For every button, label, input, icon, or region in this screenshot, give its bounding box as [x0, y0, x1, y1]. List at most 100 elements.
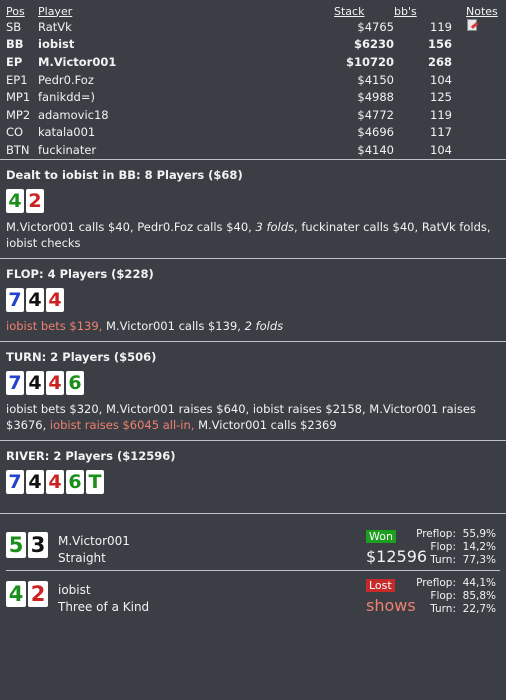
- turn-title: TURN: 2 Players ($506): [6, 349, 157, 364]
- player-row[interactable]: BB iobist $6230 156: [6, 36, 500, 54]
- folds-text: 3 folds: [255, 219, 295, 234]
- preflop-actions: M.Victor001 calls $40, Pedr0.Foz calls $…: [6, 219, 500, 251]
- bbs-cell: 125: [430, 90, 452, 105]
- equity-line: Turn: 22,7%: [410, 603, 496, 616]
- position-cell: BB: [6, 37, 24, 52]
- equity-line: Flop: 85,8%: [410, 590, 496, 603]
- divider: [0, 512, 506, 514]
- player-row[interactable]: MP2 adamovic18 $4772 119: [6, 106, 500, 124]
- player-row[interactable]: BTN fuckinater $4140 104: [6, 141, 500, 159]
- equity-line: Flop: 14,2%: [410, 541, 496, 554]
- preflop-section: Dealt to iobist in BB: 8 Players ($68) 4…: [6, 160, 500, 258]
- flop-title: FLOP: 4 Players ($228): [6, 266, 154, 281]
- stack-cell: $4140: [357, 142, 394, 157]
- player-row[interactable]: CO katala001 $4696 117: [6, 124, 500, 142]
- playing-card: 2: [28, 580, 48, 607]
- flop-cards: 744: [6, 287, 500, 312]
- playing-card: 4: [26, 469, 44, 494]
- player-name-cell: RatVk: [38, 19, 72, 34]
- position-cell: SB: [6, 19, 22, 34]
- col-pos[interactable]: Pos: [6, 4, 38, 18]
- player-row[interactable]: SB RatVk $4765 119: [6, 18, 500, 36]
- col-bbs[interactable]: bb's: [394, 4, 456, 18]
- bbs-cell: 268: [427, 54, 452, 69]
- turn-section: TURN: 2 Players ($506) 7446 iobist bets …: [6, 342, 500, 440]
- playing-card: 6: [66, 469, 84, 494]
- river-title: RIVER: 2 Players ($12596): [6, 448, 176, 463]
- playing-card: 4: [26, 370, 44, 395]
- player-row[interactable]: MP1 fanikdd=) $4988 125: [6, 88, 500, 106]
- playing-card: 4: [46, 469, 64, 494]
- notes-cell: [456, 18, 500, 36]
- showdown-results: 5 3 M.Victor001 Straight Won $12596 Preflop: 55…: [6, 522, 500, 619]
- result-hand: Straight: [58, 550, 106, 565]
- shown-cards: 53: [6, 531, 48, 558]
- river-section: RIVER: 2 Players ($12596) 7446T: [6, 441, 500, 507]
- playing-card: 4: [6, 580, 26, 607]
- result-badge: Won: [366, 529, 396, 543]
- turn-cards: 7446: [6, 370, 500, 395]
- player-name-cell: katala001: [38, 125, 96, 140]
- stack-cell: $4988: [357, 90, 394, 105]
- result-hand: Three of a Kind: [58, 599, 150, 614]
- flop-section: FLOP: 4 Players ($228) 744 iobist bets $…: [6, 259, 500, 341]
- player-name-cell: fuckinater: [38, 142, 97, 157]
- result-badge: Lost: [366, 578, 395, 592]
- playing-card: 4: [6, 188, 24, 213]
- bbs-cell: 119: [430, 19, 452, 34]
- equity-value: 14,2%: [462, 540, 496, 553]
- player-name-cell: Pedr0.Foz: [38, 72, 94, 87]
- playing-card: 5: [6, 531, 26, 558]
- action-text: M.Victor001 calls $40, Pedr0.Foz calls $…: [6, 219, 256, 234]
- player-name-cell: adamovic18: [38, 107, 109, 122]
- col-notes[interactable]: Notes: [456, 4, 500, 18]
- equity-value: 77,3%: [462, 553, 496, 566]
- equity-value: 55,9%: [462, 527, 496, 540]
- equity-label: Turn:: [430, 553, 456, 566]
- action-text: M.Victor001 calls $139,: [102, 318, 245, 333]
- action-text: M.Victor001 calls $2369: [194, 417, 337, 432]
- notes-cell: [456, 36, 500, 54]
- bbs-cell: 104: [430, 142, 452, 157]
- equity-value: 44,1%: [462, 576, 496, 589]
- notes-cell: [456, 124, 500, 142]
- notes-cell: [456, 88, 500, 106]
- equity-line: Preflop: 44,1%: [410, 577, 496, 590]
- equity-label: Flop:: [430, 589, 456, 602]
- bbs-cell: 119: [430, 107, 452, 122]
- playing-card: 2: [26, 188, 44, 213]
- playing-card: 6: [66, 370, 84, 395]
- player-row[interactable]: EP M.Victor001 $10720 268: [6, 53, 500, 71]
- equity-label: Preflop:: [416, 527, 456, 540]
- hole-cards: 42: [6, 188, 500, 213]
- shown-cards: 42: [6, 580, 48, 607]
- equity-value: 85,8%: [462, 589, 496, 602]
- result-amount: shows: [366, 595, 416, 615]
- players-header: Pos Player Stack bb's Notes: [6, 4, 500, 18]
- equity-line: Turn: 77,3%: [410, 554, 496, 567]
- equity-label: Flop:: [430, 540, 456, 553]
- flop-actions: iobist bets $139, M.Victor001 calls $139…: [6, 318, 500, 334]
- col-stack[interactable]: Stack: [334, 4, 394, 18]
- playing-card: 4: [46, 370, 64, 395]
- position-cell: CO: [6, 125, 24, 140]
- edit-note-icon[interactable]: [466, 19, 479, 32]
- playing-card: 7: [6, 469, 24, 494]
- playing-card: 3: [28, 531, 48, 558]
- position-cell: MP1: [6, 90, 31, 105]
- stack-cell: $4765: [357, 19, 394, 34]
- notes-cell: [456, 53, 500, 71]
- notes-cell: [456, 71, 500, 89]
- result-player-name: M.Victor001: [58, 533, 130, 548]
- player-name-cell: iobist: [38, 37, 75, 52]
- equity-line: Preflop: 55,9%: [410, 528, 496, 541]
- stack-cell: $4150: [357, 72, 394, 87]
- stack-cell: $10720: [345, 54, 394, 69]
- position-cell: EP: [6, 54, 23, 69]
- player-row[interactable]: EP1 Pedr0.Foz $4150 104: [6, 71, 500, 89]
- result-row: 5 3 M.Victor001 Straight Won $12596 Preflop: 55…: [6, 522, 500, 570]
- equity-table: Preflop: 55,9% Flop: 14,2% Turn: 77,3%: [410, 528, 496, 567]
- col-player[interactable]: Player: [38, 4, 334, 18]
- position-cell: MP2: [6, 107, 31, 122]
- playing-card: 7: [6, 370, 24, 395]
